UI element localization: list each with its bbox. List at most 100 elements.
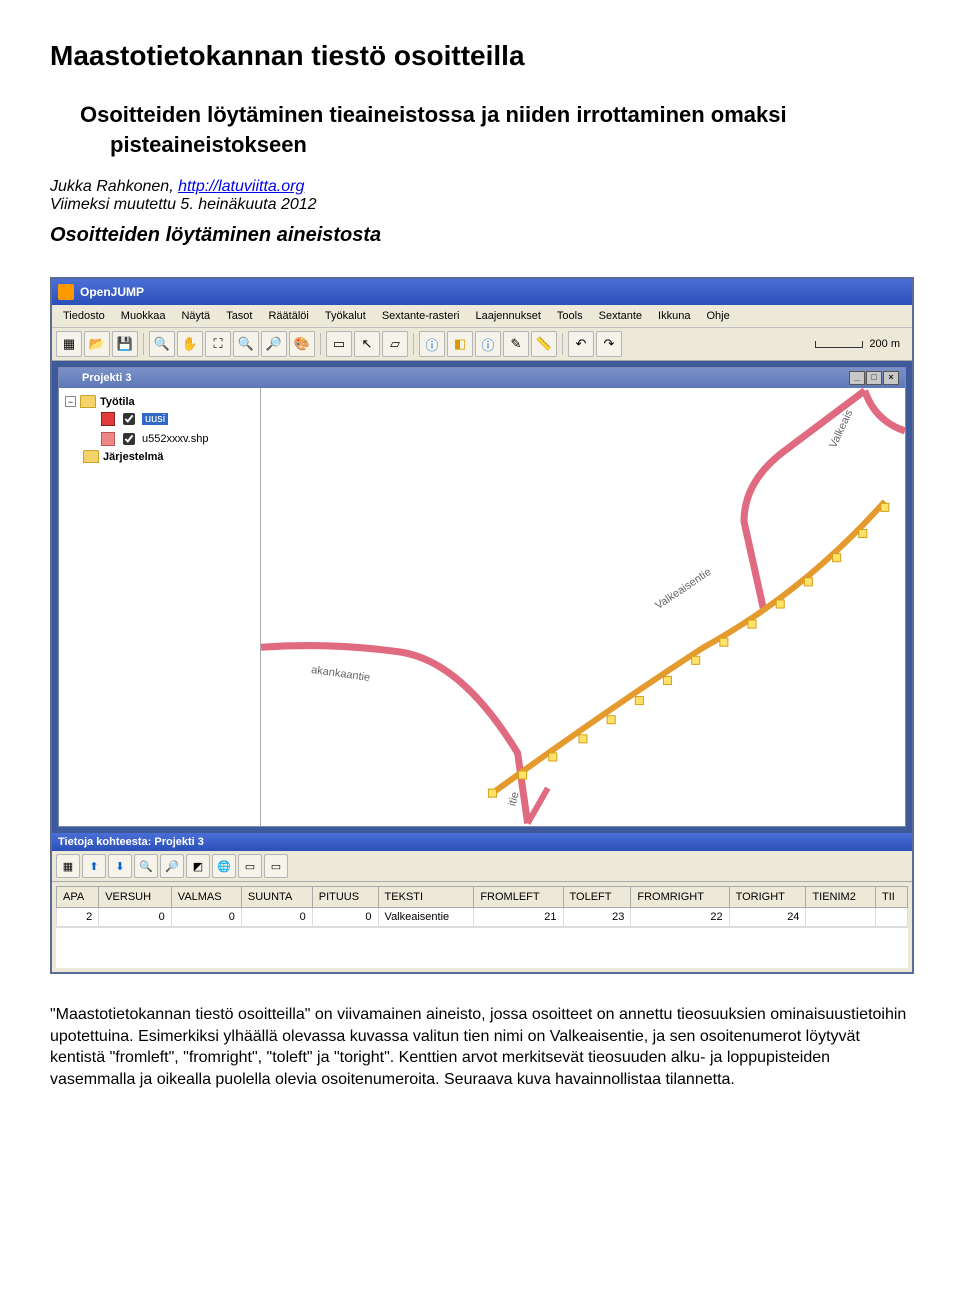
map-canvas[interactable]: Valkeaisentie akankaantie itie Valkeais [261,388,905,826]
app-window: OpenJUMP Tiedosto Muokkaa Näytä Tasot Rä… [50,277,914,974]
toolbar-separator [562,333,563,355]
attribute-empty-area [56,927,908,968]
col-toleft[interactable]: TOLEFT [563,887,631,908]
toolbar-redo-icon[interactable]: ↷ [596,331,622,357]
scale-bar-icon [815,341,863,348]
col-valmas[interactable]: VALMAS [171,887,241,908]
col-teksti[interactable]: TEKSTI [378,887,474,908]
layer-shp[interactable]: u552xxxv.shp [142,433,208,445]
project-icon [65,372,77,384]
toolbar-zoom-icon[interactable]: 🔍 [149,331,175,357]
layer-visibility-checkbox[interactable] [123,413,135,425]
toolbar-separator [320,333,321,355]
scale-label: 200 m [869,338,900,350]
doc-subtitle-line2: pisteaineistokseen [110,132,910,158]
project-title: Projekti 3 [82,372,132,384]
toolbar-edit-icon[interactable]: ✎ [503,331,529,357]
menu-muokkaa[interactable]: Muokkaa [114,308,173,324]
menu-sextante[interactable]: Sextante [592,308,649,324]
maximize-button[interactable]: □ [866,371,882,385]
body-paragraph: "Maastotietokannan tiestö osoitteilla" o… [50,1004,910,1090]
attr-tool-select-icon[interactable]: ◩ [186,854,210,878]
menu-nayta[interactable]: Näytä [174,308,217,324]
doc-subtitle-line1: Osoitteiden löytäminen tieaineistossa ja… [80,102,910,128]
col-toright[interactable]: TORIGHT [729,887,806,908]
menu-tools[interactable]: Tools [550,308,590,324]
tree-workspace-label[interactable]: Työtila [100,396,135,408]
toolbar-separator [143,333,144,355]
attr-tool-table-icon[interactable]: ▦ [56,854,80,878]
toolbar-select-icon[interactable]: ▭ [326,331,352,357]
cell-teksti: Valkeaisentie [378,908,474,927]
menu-sextante-rasteri[interactable]: Sextante-rasteri [375,308,467,324]
attr-tool-misc2-icon[interactable]: ▭ [264,854,288,878]
layer-swatch-icon [101,432,115,446]
toolbar-zoomprev-icon[interactable]: 🔍 [233,331,259,357]
menu-ohje[interactable]: Ohje [699,308,736,324]
cell-fromleft: 21 [474,908,563,927]
menu-tiedosto[interactable]: Tiedosto [56,308,112,324]
col-tienim2[interactable]: TIENIM2 [806,887,876,908]
toolbar-info2-icon[interactable]: ⓘ [475,331,501,357]
layer-tree[interactable]: − Työtila uusi u552xxxv.shp [59,388,261,826]
attr-tool-world-icon[interactable]: 🌐 [212,854,236,878]
project-titlebar: Projekti 3 _ □ × [59,368,905,388]
folder-icon [83,450,99,463]
toolbar-measure-icon[interactable]: 📏 [531,331,557,357]
col-suunta[interactable]: SUUNTA [241,887,312,908]
minimize-button[interactable]: _ [849,371,865,385]
cell-versuh: 0 [99,908,172,927]
menu-ikkuna[interactable]: Ikkuna [651,308,697,324]
attribute-table[interactable]: APA VERSUH VALMAS SUUNTA PITUUS TEKSTI F… [52,882,912,972]
author-name: Jukka Rahkonen, [50,178,178,195]
menu-tyokalut[interactable]: Työkalut [318,308,373,324]
toolbar-open-icon[interactable]: 📂 [84,331,110,357]
layer-visibility-checkbox[interactable] [123,433,135,445]
toolbar: ▦ 📂 💾 🔍 ✋ ⛶ 🔍 🔎 🎨 ▭ ↖ ▱ ⓘ ◧ ⓘ ✎ 📏 ↶ ↷ [52,328,912,361]
col-fromright[interactable]: FROMRIGHT [631,887,729,908]
col-apa[interactable]: APA [57,887,99,908]
cell-valmas: 0 [171,908,241,927]
cell-fromright: 22 [631,908,729,927]
toolbar-save-icon[interactable]: 💾 [112,331,138,357]
titlebar: OpenJUMP [52,279,912,305]
attr-tool-zoom-icon[interactable]: 🔍 [134,854,158,878]
menu-laajennukset[interactable]: Laajennukset [468,308,547,324]
menu-raataloi[interactable]: Räätälöi [261,308,315,324]
layer-uusi[interactable]: uusi [142,413,168,425]
col-fromleft[interactable]: FROMLEFT [474,887,563,908]
toolbar-pointer-icon[interactable]: ↖ [354,331,380,357]
col-versuh[interactable]: VERSUH [99,887,172,908]
menu-tasot[interactable]: Tasot [219,308,259,324]
toolbar-lasso-icon[interactable]: ▱ [382,331,408,357]
toolbar-box-icon[interactable]: ◧ [447,331,473,357]
cell-suunta: 0 [241,908,312,927]
attr-tool-misc-icon[interactable]: ▭ [238,854,262,878]
cell-tienim2 [806,908,876,927]
attr-tool-zoomsel-icon[interactable]: 🔎 [160,854,184,878]
app-title: OpenJUMP [80,285,144,299]
app-logo-icon [58,284,74,300]
toolbar-zoomfull-icon[interactable]: ⛶ [205,331,231,357]
attr-tool-up-icon[interactable]: ⬆ [82,854,106,878]
author-link[interactable]: http://latuviitta.org [178,178,304,195]
toolbar-info-icon[interactable]: ⓘ [419,331,445,357]
col-pituus[interactable]: PITUUS [312,887,378,908]
section-heading: Osoitteiden löytäminen aineistosta [50,224,910,247]
toolbar-zoomnext-icon[interactable]: 🔎 [261,331,287,357]
toolbar-pan-icon[interactable]: ✋ [177,331,203,357]
map-svg [261,388,905,826]
attr-tool-down-icon[interactable]: ⬇ [108,854,132,878]
cell-toleft: 23 [563,908,631,927]
cell-pituus: 0 [312,908,378,927]
tree-collapse-icon[interactable]: − [65,396,76,407]
toolbar-refresh-icon[interactable]: 🎨 [289,331,315,357]
tree-system-label[interactable]: Järjestelmä [103,451,164,463]
toolbar-new-icon[interactable]: ▦ [56,331,82,357]
author-line: Jukka Rahkonen, http://latuviitta.org [50,178,910,196]
toolbar-undo-icon[interactable]: ↶ [568,331,594,357]
table-row[interactable]: 2 0 0 0 0 Valkeaisentie 21 23 22 24 [57,908,908,927]
close-button[interactable]: × [883,371,899,385]
table-header-row: APA VERSUH VALMAS SUUNTA PITUUS TEKSTI F… [57,887,908,908]
col-tii[interactable]: TII [876,887,908,908]
